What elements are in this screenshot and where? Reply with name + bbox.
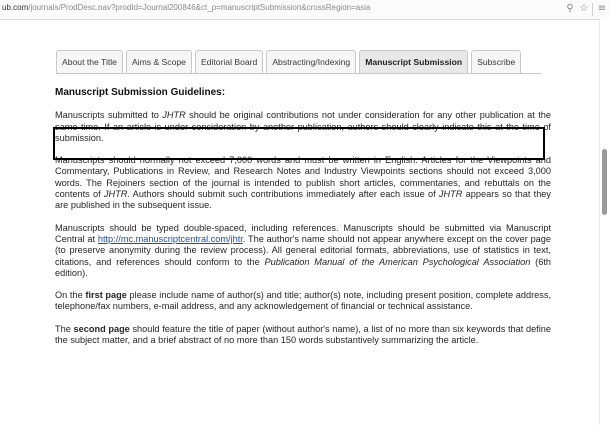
paragraph-formatting: Manuscripts should be typed double-space… — [55, 223, 551, 279]
p1-text-a: Manuscripts submitted to — [55, 110, 163, 121]
p5-bold-second-page: second page — [73, 323, 130, 334]
tab-manuscript-submission[interactable]: Manuscript Submission — [359, 50, 469, 74]
url-path: /journals/ProdDesc.nav?prodId=Journal200… — [28, 3, 371, 12]
tab-aims-scope[interactable]: Aims & Scope — [125, 50, 192, 74]
address-bar[interactable]: ub.com/journals/ProdDesc.nav?prodId=Jour… — [0, 0, 609, 20]
manuscript-central-link[interactable]: http://mc.manuscriptcentral.com/jhtr — [98, 234, 243, 244]
url-domain: ub.com — [2, 3, 29, 12]
submission-guidelines: Manuscript Submission Guidelines: Manusc… — [55, 87, 551, 357]
search-icon[interactable]: ⚲ — [564, 2, 576, 16]
p2-text-b: . Authors should submit such contributio… — [127, 189, 439, 200]
p4-text-a: On the — [55, 290, 86, 301]
page-heading: Manuscript Submission Guidelines: — [55, 87, 226, 98]
tab-abstracting-indexing[interactable]: Abstracting/Indexing — [266, 50, 357, 74]
journal-tab-bar: About the Title Aims & Scope Editorial B… — [56, 50, 524, 74]
tab-editorial-board[interactable]: Editorial Board — [194, 50, 264, 74]
apa-manual-title: Publication Manual of the American Psych… — [264, 256, 531, 267]
vertical-scrollbar[interactable] — [599, 19, 609, 425]
scrollbar-thumb[interactable] — [602, 149, 607, 215]
p2-journal-name-2: JHTR — [438, 189, 463, 200]
paragraph-word-limits: Manuscripts should normally not exceed 7… — [55, 155, 551, 211]
p5-text-a: The — [55, 323, 74, 334]
tab-about-the-title[interactable]: About the Title — [56, 50, 123, 74]
tab-underline — [56, 73, 542, 74]
star-icon[interactable]: ☆ — [578, 2, 590, 16]
menu-icon[interactable]: ≡ — [596, 2, 608, 16]
p4-bold-first-page: first page — [85, 290, 127, 301]
tab-subscribe[interactable]: Subscribe — [471, 50, 522, 74]
p1-journal-name: JHTR — [162, 110, 186, 121]
paragraph-original-contributions: Manuscripts submitted to JHTR should be … — [55, 110, 551, 144]
toolbar-divider — [592, 3, 593, 16]
p4-text-b: please include name of author(s) and tit… — [55, 290, 551, 312]
paragraph-first-page: On the first page please include name of… — [55, 290, 551, 313]
paragraph-second-page: The second page should feature the title… — [55, 324, 551, 347]
p5-text-b: should feature the title of paper (witho… — [55, 323, 551, 346]
p2-journal-name-1: JHTR — [103, 189, 128, 200]
url-text[interactable]: ub.com/journals/ProdDesc.nav?prodId=Jour… — [2, 3, 552, 12]
